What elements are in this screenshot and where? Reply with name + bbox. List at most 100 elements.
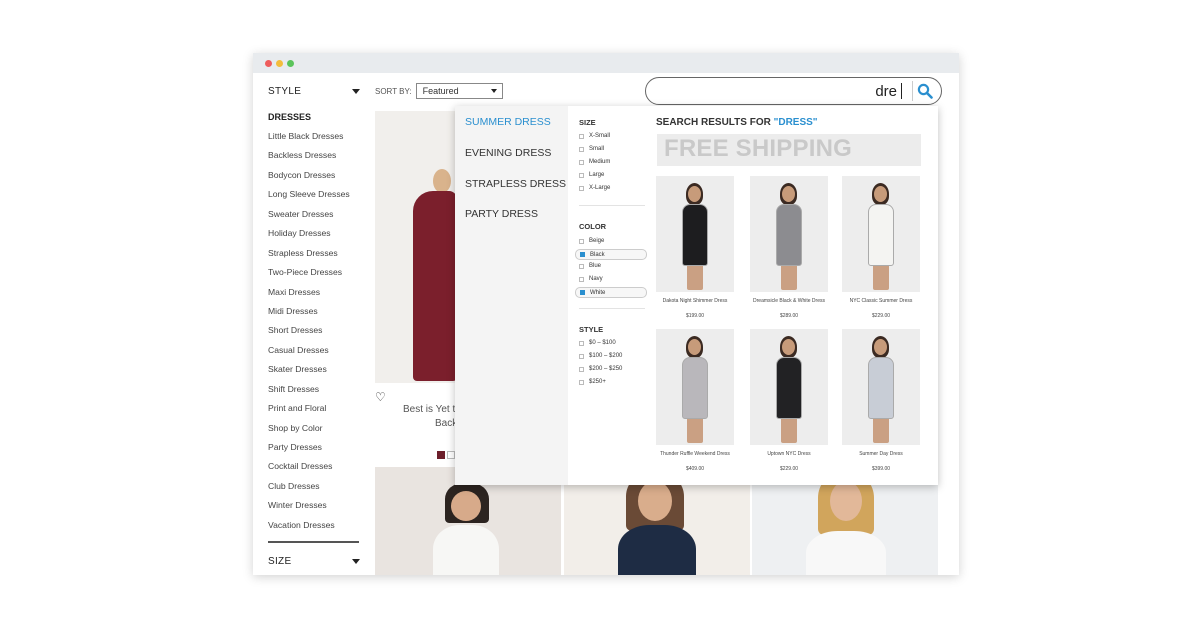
filter-option-x-small[interactable]: X-Small [579,133,610,139]
filter-option-black[interactable]: Black [575,249,647,260]
filter-option-price-1[interactable]: $0 – $100 [579,340,616,346]
product-card[interactable]: Thunder Ruffle Weekend Dress $409.00 [656,329,734,472]
minimize-window-dot[interactable] [276,60,283,67]
checkbox[interactable] [579,340,584,346]
product-name[interactable]: Summer Day Dress [842,451,920,463]
model-face [782,339,795,355]
product-card[interactable]: Dreamsicle Black & White Dress $289.00 [750,176,828,319]
heart-icon[interactable]: ♡ [375,390,386,404]
checkbox[interactable] [579,276,584,282]
close-window-dot[interactable] [265,60,272,67]
checkbox[interactable] [579,366,584,372]
filter-option-price-2[interactable]: $100 – $200 [579,353,622,359]
dress-figure [868,357,894,419]
size-filter-title: SIZE [579,118,596,127]
search-autocomplete-panel: SUMMER DRESS EVENING DRESS STRAPLESS DRE… [455,106,938,485]
filter-option-large[interactable]: Large [579,172,604,178]
product-price: $399.00 [871,466,891,472]
color-swatch[interactable] [437,451,445,459]
style-filter-toggle[interactable]: STYLE [268,83,360,99]
product-name[interactable]: Dakota Night Shimmer Dress [656,298,734,310]
checkbox-checked[interactable] [580,290,585,295]
sidebar-item[interactable]: Bodycon Dresses [268,170,360,189]
size-filter-toggle[interactable]: SIZE [268,553,360,569]
checkbox[interactable] [579,185,584,191]
suggestion-evening-dress[interactable]: EVENING DRESS [465,147,551,159]
filter-option-medium[interactable]: Medium [579,159,610,165]
sidebar-item[interactable]: Sweater Dresses [268,209,360,228]
product-name[interactable]: Dreamsicle Black & White Dress [750,298,828,310]
sidebar-item[interactable]: Long Sleeve Dresses [268,189,360,208]
product-name[interactable]: Uptown NYC Dress [750,451,828,463]
filter-option-navy[interactable]: Navy [579,276,603,282]
product-image[interactable] [750,329,828,445]
product-name[interactable]: Thunder Ruffle Weekend Dress [656,451,734,463]
product-card[interactable]: Uptown NYC Dress $229.00 [750,329,828,472]
sidebar-item[interactable]: Shop by Color [268,423,360,442]
sidebar-item[interactable]: Holiday Dresses [268,228,360,247]
sidebar-item[interactable]: Cocktail Dresses [268,461,360,480]
checkbox[interactable] [579,353,584,359]
model-legs [781,264,797,290]
sidebar-item[interactable]: Print and Floral [268,403,360,422]
model-face [782,186,795,202]
checkbox-checked[interactable] [580,252,585,257]
suggestion-summer-dress[interactable]: SUMMER DRESS [465,116,551,128]
dress-figure [868,204,894,266]
sidebar-item[interactable]: Short Dresses [268,325,360,344]
search-bar: dre [645,77,942,105]
sidebar-item[interactable]: Strapless Dresses [268,248,360,267]
suggestion-party-dress[interactable]: PARTY DRESS [465,208,538,220]
product-image[interactable] [842,329,920,445]
sidebar-item[interactable]: Skater Dresses [268,364,360,383]
product-image[interactable] [750,176,828,292]
filter-option-price-3[interactable]: $200 – $250 [579,366,622,372]
model-face [874,186,887,202]
sidebar-item[interactable]: Little Black Dresses [268,131,360,150]
suggestion-strapless-dress[interactable]: STRAPLESS DRESS [465,178,566,190]
sidebar-item[interactable]: Maxi Dresses [268,287,360,306]
chevron-down-icon [352,558,360,564]
checkbox[interactable] [579,263,584,269]
checkbox[interactable] [579,379,584,385]
dress-figure [433,525,499,575]
product-image[interactable] [656,329,734,445]
product-name[interactable]: NYC Classic Summer Dress [842,298,920,310]
filter-option-small[interactable]: Small [579,146,604,152]
sidebar-item[interactable]: Party Dresses [268,442,360,461]
sort-dropdown[interactable]: Featured [415,83,503,99]
product-card[interactable]: NYC Classic Summer Dress $229.00 [842,176,920,319]
filter-divider [579,205,645,206]
sidebar-item[interactable]: Backless Dresses [268,150,360,169]
search-icon[interactable] [917,83,933,99]
filter-option-price-4[interactable]: $250+ [579,379,606,385]
product-image[interactable] [842,176,920,292]
sidebar-item[interactable]: Club Dresses [268,481,360,500]
product-image[interactable] [656,176,734,292]
sidebar-item[interactable]: Vacation Dresses [268,520,360,539]
product-image[interactable] [375,111,459,383]
free-shipping-banner[interactable]: FREE SHIPPING [657,134,921,166]
color-swatch[interactable] [447,451,455,459]
sidebar-item[interactable]: Casual Dresses [268,345,360,364]
checkbox[interactable] [579,238,584,244]
filter-option-beige[interactable]: Beige [579,238,604,244]
checkbox[interactable] [579,146,584,152]
product-card[interactable]: Summer Day Dress $399.00 [842,329,920,472]
sidebar-item[interactable]: Winter Dresses [268,500,360,519]
filter-option-blue[interactable]: Blue [579,263,601,269]
sidebar-item[interactable]: Shift Dresses [268,384,360,403]
maximize-window-dot[interactable] [287,60,294,67]
sidebar-item[interactable]: Midi Dresses [268,306,360,325]
dress-figure [776,357,802,419]
checkbox[interactable] [579,172,584,178]
model-face [874,339,887,355]
search-input[interactable]: dre [875,83,897,100]
sidebar-item[interactable]: Two-Piece Dresses [268,267,360,286]
filter-option-white[interactable]: White [575,287,647,298]
filter-option-x-large[interactable]: X-Large [579,185,610,191]
product-card[interactable]: Dakota Night Shimmer Dress $199.00 [656,176,734,319]
checkbox[interactable] [579,133,584,139]
checkbox[interactable] [579,159,584,165]
category-list: Little Black Dresses Backless Dresses Body… [268,131,360,539]
